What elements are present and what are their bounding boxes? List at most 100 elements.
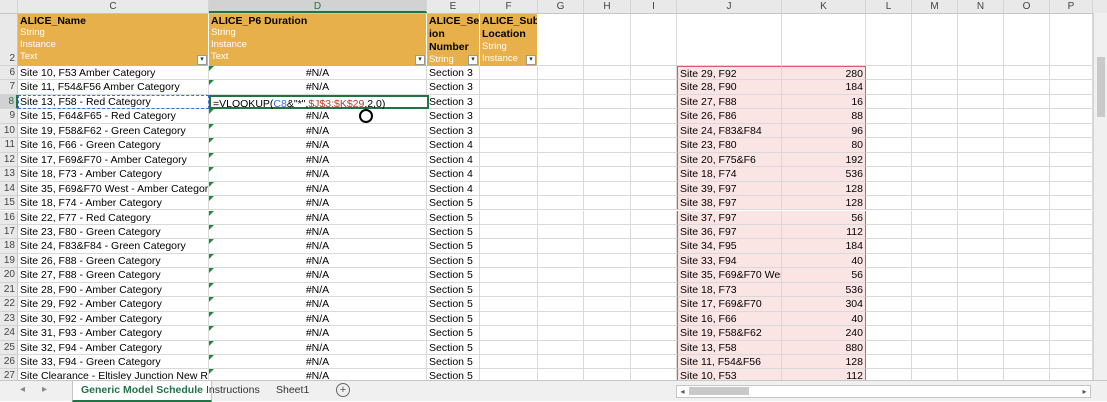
- empty-cell[interactable]: [480, 152, 538, 168]
- empty-cell[interactable]: [1004, 210, 1050, 225]
- lookup-value-cell[interactable]: 184: [782, 239, 866, 254]
- filter-dropdown-icon[interactable]: ▾: [415, 55, 425, 65]
- tab-instructions[interactable]: Instructions: [198, 381, 268, 400]
- empty-cell[interactable]: [866, 167, 912, 182]
- column-header-e[interactable]: E: [427, 0, 480, 13]
- empty-cell[interactable]: [1004, 326, 1050, 341]
- empty-cell[interactable]: [538, 94, 584, 110]
- empty-cell[interactable]: [1004, 282, 1050, 298]
- lookup-site-cell[interactable]: Site 26, F86: [677, 109, 782, 124]
- empty-cell[interactable]: [584, 94, 631, 110]
- empty-cell[interactable]: [1050, 282, 1093, 298]
- duration-cell[interactable]: #N/A: [209, 181, 427, 197]
- empty-cell[interactable]: [480, 94, 538, 110]
- empty-cell[interactable]: [1050, 311, 1093, 327]
- lookup-value-cell[interactable]: 96: [782, 123, 866, 139]
- lookup-site-cell[interactable]: Site 13, F58: [677, 340, 782, 355]
- column-header-m[interactable]: M: [912, 0, 958, 13]
- empty-cell[interactable]: [866, 14, 912, 66]
- empty-cell[interactable]: [958, 268, 1004, 283]
- tab-generic-model-schedule[interactable]: Generic Model Schedule: [72, 381, 212, 402]
- empty-cell[interactable]: [866, 224, 912, 240]
- select-all-corner[interactable]: [0, 0, 18, 13]
- lookup-site-cell[interactable]: Site 39, F97: [677, 181, 782, 197]
- column-header-f[interactable]: F: [480, 0, 538, 13]
- lookup-site-cell[interactable]: Site 20, F75&F6: [677, 152, 782, 168]
- empty-cell[interactable]: [480, 181, 538, 197]
- empty-cell[interactable]: [480, 224, 538, 240]
- duration-cell[interactable]: #N/A: [209, 340, 427, 355]
- section-cell[interactable]: Section 5: [427, 297, 480, 312]
- row-number[interactable]: 21: [0, 282, 18, 298]
- lookup-value-cell[interactable]: 536: [782, 167, 866, 182]
- name-cell[interactable]: Site 18, F73 - Amber Category: [18, 167, 209, 182]
- empty-cell[interactable]: [1004, 14, 1050, 66]
- empty-cell[interactable]: [1050, 138, 1093, 153]
- row-number[interactable]: 19: [0, 253, 18, 269]
- lookup-value-cell[interactable]: 240: [782, 326, 866, 341]
- section-cell[interactable]: Section 5: [427, 210, 480, 225]
- duration-cell[interactable]: #N/A: [209, 253, 427, 269]
- row-number[interactable]: 9: [0, 109, 18, 124]
- empty-cell[interactable]: [538, 326, 584, 341]
- column-header-d[interactable]: D: [209, 0, 427, 13]
- empty-cell[interactable]: [1050, 268, 1093, 283]
- empty-cell[interactable]: [1050, 253, 1093, 269]
- empty-cell[interactable]: [912, 94, 958, 110]
- empty-cell[interactable]: [866, 152, 912, 168]
- filter-dropdown-icon[interactable]: ▾: [197, 55, 207, 65]
- empty-cell[interactable]: [866, 181, 912, 197]
- duration-cell[interactable]: #N/A: [209, 167, 427, 182]
- empty-cell[interactable]: [958, 340, 1004, 355]
- lookup-site-cell[interactable]: Site 27, F88: [677, 94, 782, 110]
- empty-cell[interactable]: [1050, 14, 1093, 66]
- row-number[interactable]: 6: [0, 66, 18, 81]
- empty-cell[interactable]: [584, 123, 631, 139]
- empty-cell[interactable]: [1050, 123, 1093, 139]
- row-number[interactable]: 16: [0, 210, 18, 225]
- empty-cell[interactable]: [538, 167, 584, 182]
- empty-cell[interactable]: [912, 80, 958, 95]
- empty-cell[interactable]: [584, 80, 631, 95]
- empty-cell[interactable]: [866, 297, 912, 312]
- empty-cell[interactable]: [480, 167, 538, 182]
- empty-cell[interactable]: [631, 210, 677, 225]
- empty-cell[interactable]: [480, 210, 538, 225]
- empty-cell[interactable]: [958, 167, 1004, 182]
- filter-dropdown-icon[interactable]: ▾: [468, 55, 478, 65]
- empty-cell[interactable]: [538, 80, 584, 95]
- empty-cell[interactable]: [958, 239, 1004, 254]
- row-number[interactable]: 14: [0, 181, 18, 197]
- name-cell[interactable]: Site 30, F92 - Amber Category: [18, 311, 209, 327]
- row-number[interactable]: 17: [0, 224, 18, 240]
- add-sheet-icon[interactable]: +: [336, 383, 350, 397]
- empty-cell[interactable]: [631, 268, 677, 283]
- row-number[interactable]: 24: [0, 326, 18, 341]
- empty-cell[interactable]: [912, 210, 958, 225]
- section-cell[interactable]: Section 4: [427, 152, 480, 168]
- column-header-k[interactable]: K: [782, 0, 866, 13]
- column-header-c[interactable]: C: [18, 0, 209, 13]
- header-cell-d[interactable]: ALICE_P6 Duration String Instance Text ▾: [209, 14, 427, 66]
- empty-cell[interactable]: [480, 123, 538, 139]
- duration-cell[interactable]: #N/A: [209, 282, 427, 298]
- empty-cell[interactable]: [958, 152, 1004, 168]
- empty-cell[interactable]: [584, 167, 631, 182]
- duration-cell[interactable]: =VLOOKUP(C8&"*",$J$3:$K$29,2,0): [209, 94, 429, 110]
- vertical-scroll-thumb[interactable]: [1097, 57, 1105, 117]
- empty-cell[interactable]: [631, 311, 677, 327]
- empty-cell[interactable]: [538, 355, 584, 370]
- empty-cell[interactable]: [866, 210, 912, 225]
- horizontal-scrollbar[interactable]: ◂ ▸: [676, 385, 1091, 398]
- column-header-h[interactable]: H: [584, 0, 631, 13]
- empty-cell[interactable]: [1004, 66, 1050, 81]
- empty-cell[interactable]: [866, 326, 912, 341]
- lookup-site-cell[interactable]: Site 16, F66: [677, 311, 782, 327]
- section-cell[interactable]: Section 5: [427, 239, 480, 254]
- empty-cell[interactable]: [1050, 326, 1093, 341]
- vertical-scrollbar[interactable]: [1093, 13, 1107, 380]
- lookup-value-cell[interactable]: 128: [782, 355, 866, 370]
- empty-cell[interactable]: [480, 268, 538, 283]
- name-cell[interactable]: Site 22, F77 - Red Category: [18, 210, 209, 225]
- section-cell[interactable]: Section 4: [427, 138, 480, 153]
